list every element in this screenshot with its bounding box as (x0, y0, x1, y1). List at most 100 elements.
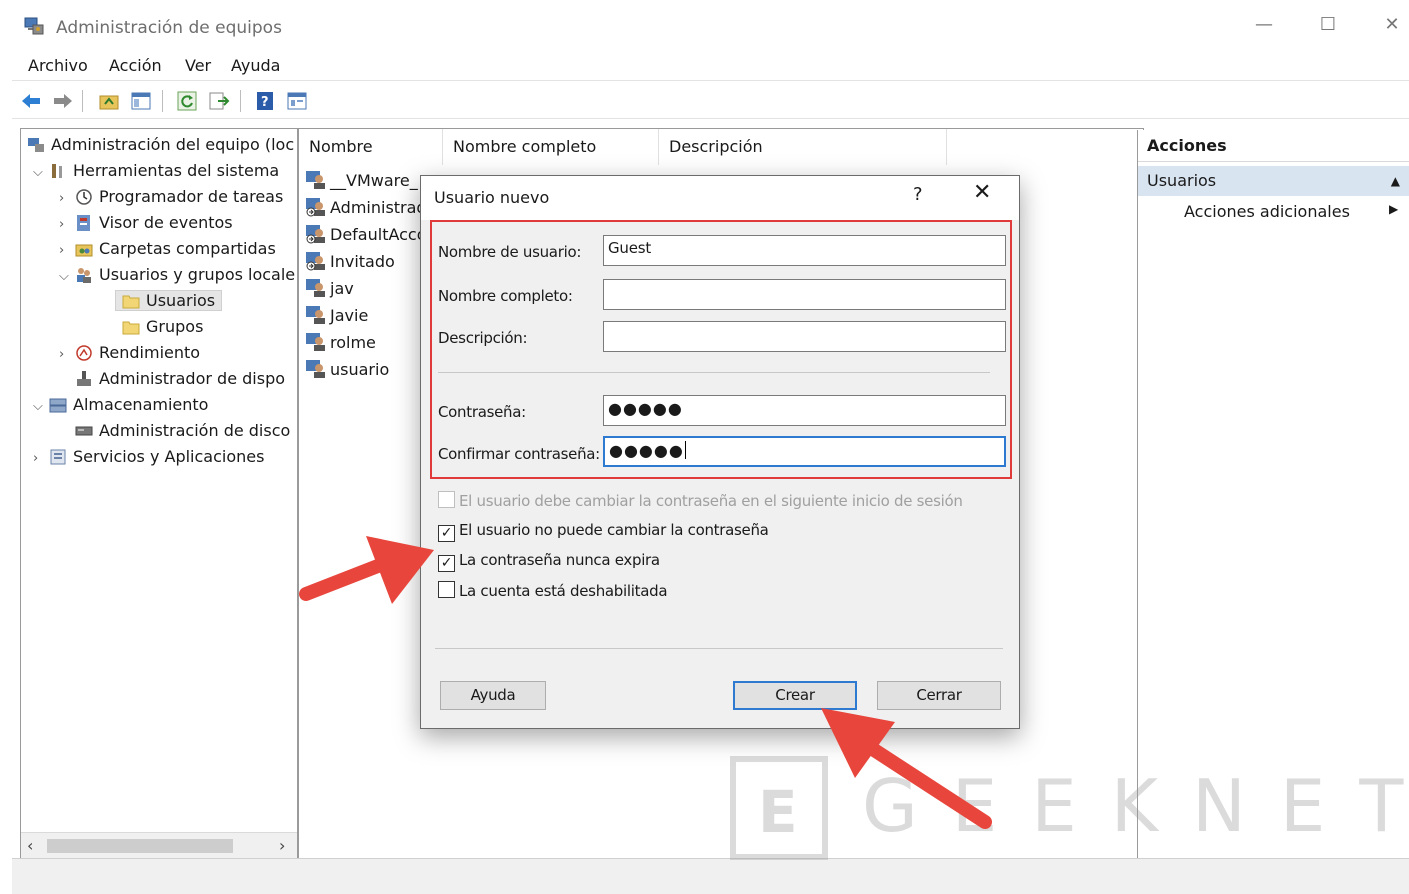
tree-node-storage[interactable]: ⌵ Almacenamiento (33, 394, 208, 416)
tree-node-system-tools[interactable]: ⌵ Herramientas del sistema (33, 160, 279, 182)
tree-node-label: Carpetas compartidas (99, 239, 276, 258)
checkbox-box[interactable] (438, 491, 455, 508)
chevron-right-icon[interactable]: › (59, 188, 75, 210)
scroll-left-icon[interactable]: ‹ (27, 836, 33, 855)
user-disabled-icon (306, 198, 325, 217)
text-caret (684, 441, 686, 459)
tree-node-device-manager[interactable]: Administrador de dispo (75, 368, 285, 390)
toolbar-separator (162, 90, 163, 112)
users-group-icon (77, 268, 91, 283)
status-bar (12, 858, 1409, 894)
storage-icon (49, 398, 67, 413)
more-actions-item[interactable]: Acciones adicionales ▶ (1184, 202, 1398, 221)
maximize-button[interactable]: ☐ (1313, 14, 1343, 35)
tree-node-groups[interactable]: Grupos (122, 316, 203, 338)
menu-ver[interactable]: Ver (185, 56, 211, 75)
toolbar-separator (240, 90, 241, 112)
scroll-right-icon[interactable]: › (279, 836, 285, 855)
password-never-expires-checkbox[interactable]: ✓ La contraseña nunca expira (438, 551, 660, 572)
submenu-arrow-icon: ▶ (1389, 202, 1399, 216)
must-change-password-checkbox[interactable]: El usuario debe cambiar la contraseña en… (438, 491, 963, 510)
refresh-icon[interactable] (176, 90, 198, 112)
tree-node-performance[interactable]: › Rendimiento (59, 342, 200, 364)
show-hide-tree-icon[interactable] (130, 90, 152, 112)
description-input[interactable] (603, 321, 1006, 352)
chevron-right-icon[interactable]: › (59, 344, 75, 366)
fullname-label: Nombre completo: (438, 287, 573, 305)
fullname-input[interactable] (603, 279, 1006, 310)
tree-node-local-users-groups[interactable]: ⌵ Usuarios y grupos locale (59, 264, 295, 286)
chevron-down-icon[interactable]: ⌵ (59, 266, 75, 288)
actions-section-label: Usuarios (1147, 171, 1217, 190)
device-manager-icon (77, 371, 91, 386)
actions-pane: Acciones Usuarios ▲ Acciones adicionales ▶ (1137, 130, 1409, 858)
list-item[interactable]: DefaultAcco (305, 223, 427, 247)
tree-node-label: Administrador de dispo (99, 369, 286, 388)
account-disabled-checkbox[interactable]: La cuenta está deshabilitada (438, 581, 668, 600)
forward-arrow-icon[interactable] (52, 90, 74, 112)
toolbar-separator (82, 90, 83, 112)
chevron-right-icon[interactable]: › (59, 240, 75, 262)
scrollbar-thumb[interactable] (47, 839, 233, 853)
list-item-label: rolme (330, 333, 376, 352)
password-input[interactable]: ●●●●● (603, 395, 1006, 426)
tree-node-shared-folders[interactable]: › Carpetas compartidas (59, 238, 276, 260)
list-item[interactable]: Javie (305, 304, 368, 328)
tree-node-event-viewer[interactable]: › Visor de eventos (59, 212, 233, 234)
help-button[interactable]: Ayuda (440, 681, 546, 710)
chevron-right-icon[interactable]: › (59, 214, 75, 236)
tree-node-label: Visor de eventos (99, 213, 233, 232)
minimize-button[interactable]: — (1249, 14, 1279, 35)
confirm-password-value: ●●●●● (609, 441, 684, 460)
menu-archivo[interactable]: Archivo (28, 56, 88, 75)
export-list-icon[interactable] (208, 90, 230, 112)
tree-node-label: Usuarios (146, 291, 216, 310)
list-item[interactable]: Invitado (305, 250, 395, 274)
dialog-close-button[interactable]: ✕ (973, 180, 991, 205)
actions-section-users[interactable]: Usuarios ▲ (1138, 166, 1409, 196)
list-item[interactable]: Administrad (305, 196, 427, 220)
chevron-down-icon[interactable]: ⌵ (33, 396, 49, 418)
computer-management-icon (28, 138, 44, 152)
tools-icon (52, 164, 62, 178)
collapse-up-icon[interactable]: ▲ (1391, 166, 1400, 196)
new-user-dialog: Usuario nuevo ? ✕ Nombre de usuario: Gue… (420, 175, 1020, 729)
tree-node-services-apps[interactable]: › Servicios y Aplicaciones (33, 446, 264, 468)
tree-horizontal-scrollbar[interactable]: ‹ › (21, 832, 297, 859)
watermark-logo: E (730, 756, 828, 860)
list-item-label: DefaultAcco (330, 225, 427, 244)
list-item-label: usuario (330, 360, 390, 379)
description-label: Descripción: (438, 329, 528, 347)
column-header-fullname[interactable]: Nombre completo (443, 129, 659, 165)
help-icon[interactable]: ? (254, 90, 276, 112)
close-window-button[interactable]: ✕ (1377, 14, 1407, 35)
back-arrow-icon[interactable] (20, 90, 42, 112)
tree-node-users[interactable]: Usuarios (115, 290, 223, 312)
chevron-down-icon[interactable]: ⌵ (33, 162, 49, 184)
tree-node-disk-management[interactable]: Administración de disco (75, 420, 290, 442)
navigation-tree: Administración del equipo (loc ⌵ Herramie… (20, 128, 298, 860)
tree-node-label: Herramientas del sistema (73, 161, 280, 180)
username-input[interactable]: Guest (603, 235, 1006, 266)
list-item[interactable]: rolme (305, 331, 376, 355)
column-header-description[interactable]: Descripción (659, 129, 947, 165)
menu-bar: Archivo Acción Ver Ayuda (12, 54, 1409, 81)
user-disabled-icon (306, 225, 325, 244)
menu-ayuda[interactable]: Ayuda (231, 56, 280, 75)
confirm-password-input[interactable]: ●●●●● (603, 436, 1006, 467)
menu-accion[interactable]: Acción (109, 56, 162, 75)
list-item[interactable]: usuario (305, 358, 389, 382)
tree-node-computer-management[interactable]: Administración del equipo (loc (27, 134, 294, 156)
list-item[interactable]: jav (305, 277, 354, 301)
checkbox-label: La cuenta está deshabilitada (459, 582, 668, 600)
list-item[interactable]: __VMware_ (305, 169, 418, 193)
watermark-logo-letter: E (758, 778, 798, 846)
up-folder-icon[interactable] (98, 90, 120, 112)
clock-icon (76, 189, 92, 205)
column-header-name[interactable]: Nombre (299, 129, 443, 165)
tree-node-task-scheduler[interactable]: › Programador de tareas (59, 186, 283, 208)
dialog-help-button[interactable]: ? (913, 184, 923, 205)
chevron-right-icon[interactable]: › (33, 448, 49, 470)
cannot-change-password-checkbox[interactable]: ✓ El usuario no puede cambiar la contrase… (438, 521, 769, 542)
properties-icon[interactable] (286, 90, 308, 112)
